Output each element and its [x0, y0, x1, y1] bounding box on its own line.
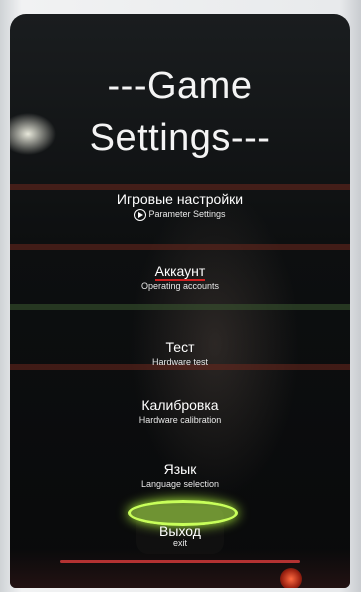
menu-item-game-settings[interactable]: Игровые настройки Parameter Settings: [10, 190, 350, 221]
menu-item-account[interactable]: Аккаунт Operating accounts: [10, 262, 350, 292]
background-shelf: [10, 304, 350, 310]
menu-item-sublabel: Operating accounts: [140, 281, 220, 291]
menu-item-label: Калибровка: [141, 397, 219, 413]
menu-item-test[interactable]: Тест Hardware test: [10, 338, 350, 368]
menu-item-language[interactable]: Язык Language selection: [10, 460, 350, 490]
menu-item-sublabel: Hardware test: [151, 357, 209, 367]
game-screen: ---Game Settings--- Игровые настройки Pa…: [10, 14, 350, 588]
page-title-line1: ---Game: [107, 65, 253, 107]
page-title-line2: Settings---: [89, 117, 271, 159]
menu-item-sublabel: Parameter Settings: [148, 209, 226, 219]
menu-item-label: Аккаунт: [154, 263, 206, 281]
menu-item-label: Язык: [163, 461, 197, 477]
red-lamp-icon: [280, 568, 302, 588]
menu-item-sublabel: Hardware calibration: [138, 415, 222, 425]
menu-item-label: Игровые настройки: [116, 191, 244, 207]
red-light-strip: [60, 560, 300, 563]
menu-item-exit[interactable]: Выход exit: [10, 522, 350, 549]
menu-item-label: Тест: [165, 339, 195, 355]
menu-item-sublabel: Language selection: [140, 479, 220, 489]
background-shelf: [10, 244, 350, 250]
play-circle-icon: [134, 208, 147, 221]
menu-item-calibration[interactable]: Калибровка Hardware calibration: [10, 396, 350, 426]
